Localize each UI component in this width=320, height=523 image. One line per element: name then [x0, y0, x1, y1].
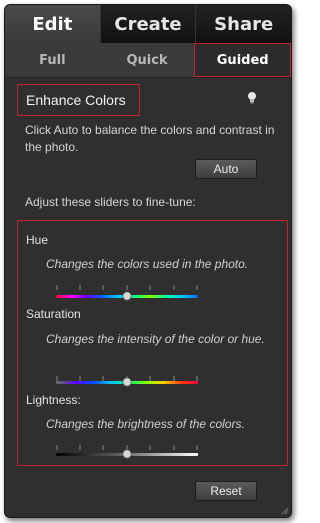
- adjust-instructions: Adjust these sliders to fine-tune:: [25, 195, 196, 209]
- auto-button[interactable]: Auto: [195, 159, 257, 179]
- saturation-slider-thumb[interactable]: [122, 377, 132, 387]
- tab-share[interactable]: Share: [196, 5, 291, 43]
- lightbulb-icon[interactable]: [247, 91, 257, 105]
- saturation-label: Saturation: [26, 307, 81, 321]
- tab-edit[interactable]: Edit: [5, 5, 101, 43]
- guided-edit-panel: Edit Create Share Full Quick Guided Enha…: [4, 4, 292, 518]
- edit-sub-tabs: Full Quick Guided: [5, 43, 291, 78]
- lightness-description: Changes the brightness of the colors.: [46, 417, 245, 431]
- hue-label: Hue: [26, 233, 49, 247]
- resize-grip-icon[interactable]: [279, 505, 289, 515]
- panel-title: Enhance Colors: [26, 92, 126, 108]
- mode-tabs: Edit Create Share: [5, 5, 291, 43]
- saturation-description: Changes the intensity of the color or hu…: [46, 332, 265, 346]
- tab-full[interactable]: Full: [5, 43, 100, 77]
- hue-ticks: [56, 285, 198, 290]
- tab-quick[interactable]: Quick: [100, 43, 195, 77]
- lightness-label: Lightness:: [26, 393, 81, 407]
- reset-button[interactable]: Reset: [195, 481, 257, 501]
- sliders-highlight: Hue Changes the colors used in the photo…: [17, 220, 288, 466]
- panel-description: Click Auto to balance the colors and con…: [25, 123, 275, 154]
- hue-description: Changes the colors used in the photo.: [46, 257, 249, 271]
- tab-create[interactable]: Create: [100, 5, 197, 43]
- tab-guided[interactable]: Guided: [194, 43, 291, 77]
- panel-title-highlight: Enhance Colors: [17, 84, 140, 116]
- hue-slider-thumb[interactable]: [122, 291, 132, 301]
- lightness-slider-thumb[interactable]: [122, 449, 132, 459]
